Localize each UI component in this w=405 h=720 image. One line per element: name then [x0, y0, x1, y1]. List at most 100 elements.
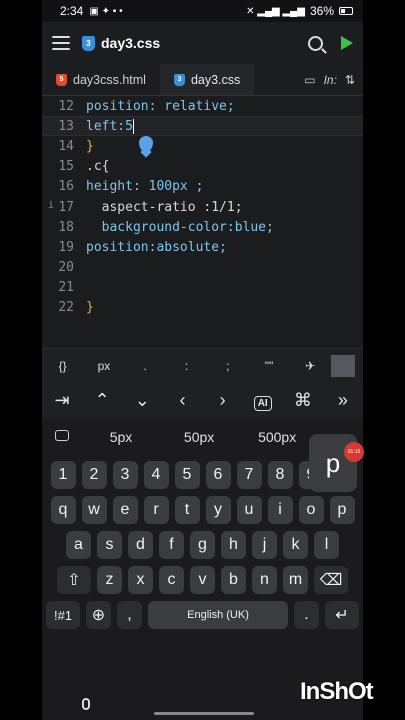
arrow-down-icon[interactable]: ⌄ [122, 390, 162, 411]
comma-key[interactable]: , [117, 601, 142, 629]
letter-row-3: ⇧ z x c v b n m ⌫ [42, 566, 363, 594]
key-j[interactable]: j [252, 531, 277, 559]
key-i[interactable]: i [267, 496, 293, 524]
key-d[interactable]: d [128, 531, 153, 559]
app-bar: 3 day3.css [42, 22, 363, 64]
space-key[interactable]: English (UK) [148, 601, 288, 629]
menu-icon[interactable] [52, 36, 70, 50]
key-g[interactable]: g [190, 531, 215, 559]
shift-key-icon[interactable]: ⇧ [57, 566, 91, 594]
arrow-right-icon[interactable]: › [203, 390, 243, 411]
key-6[interactable]: 6 [205, 461, 231, 489]
key-n[interactable]: n [252, 566, 277, 594]
preview-icon[interactable]: ▭ [304, 73, 315, 87]
line-number: 18 [58, 219, 74, 235]
key-8[interactable]: 8 [267, 461, 293, 489]
code-line: 18 background-color:blue; [42, 217, 363, 237]
key-z[interactable]: z [97, 566, 122, 594]
line-number: i 17 [48, 199, 74, 215]
key-f[interactable]: f [159, 531, 184, 559]
backspace-key-icon[interactable]: ⌫ [314, 566, 348, 594]
code-line: 16 height: 100px ; [42, 177, 363, 197]
letter-row-1: q w e r t y u i o p [42, 496, 363, 524]
key-k[interactable]: k [283, 531, 308, 559]
code-text: position: relative; [86, 98, 235, 114]
key-t[interactable]: t [174, 496, 200, 524]
symbol-key[interactable]: px [83, 359, 124, 373]
period-key[interactable]: . [294, 601, 319, 629]
key-p[interactable]: p [329, 496, 355, 524]
run-icon[interactable] [341, 36, 353, 50]
suggestion[interactable]: 5px [82, 429, 160, 445]
key-o[interactable]: o [298, 496, 324, 524]
inshot-watermark: InShOt [300, 678, 374, 705]
symbol-key[interactable]: ; [207, 359, 248, 373]
keyboard-toolbar-icon[interactable] [42, 430, 82, 444]
tab-day3-css[interactable]: 3 day3.css [159, 64, 255, 95]
enter-key-icon[interactable]: ↵ [325, 601, 359, 629]
code-text: height: 100px ; [86, 179, 204, 195]
line-number: 13 [58, 118, 74, 134]
code-editor[interactable]: 12 position: relative; 13 left:5 14 } 15… [42, 96, 363, 346]
key-5[interactable]: 5 [174, 461, 200, 489]
gesture-handle[interactable] [154, 712, 254, 715]
key-q[interactable]: q [50, 496, 76, 524]
key-w[interactable]: w [81, 496, 107, 524]
line-number: 12 [58, 98, 74, 114]
code-text: left:5 [86, 118, 133, 134]
symbol-key[interactable]: {} [42, 359, 83, 373]
arrow-left-icon[interactable]: ‹ [162, 390, 202, 411]
key-3[interactable]: 3 [112, 461, 138, 489]
mic-icon[interactable] [82, 698, 90, 710]
key-a[interactable]: a [66, 531, 91, 559]
key-h[interactable]: h [221, 531, 246, 559]
key-x[interactable]: x [128, 566, 153, 594]
key-s[interactable]: s [97, 531, 122, 559]
sort-icon[interactable]: ⇅ [345, 73, 355, 87]
status-bar: 2:34 ▣ ✦ ▪ • ✕ ▂▄▆ ▂▄▆ 36% [42, 0, 363, 22]
signal-icons: ✕ ▂▄▆ ▂▄▆ [246, 5, 305, 17]
symbols-key[interactable]: !#1 [46, 601, 80, 629]
suggestion[interactable]: 500px [238, 429, 316, 445]
key-c[interactable]: c [159, 566, 184, 594]
search-icon[interactable] [308, 35, 323, 51]
code-text: } [86, 138, 94, 154]
code-line: i 17 aspect-ratio :1/1; [42, 197, 363, 217]
pointer-icon[interactable]: ✈ [290, 359, 331, 373]
color-swatch[interactable] [331, 354, 355, 377]
symbol-bar: {} px . : ; "" ✈ [42, 348, 363, 382]
notification-icons: ▣ ✦ ▪ • [89, 5, 123, 17]
tab-key-icon[interactable]: ⇥ [42, 390, 82, 411]
key-l[interactable]: l [314, 531, 339, 559]
symbol-key[interactable]: . [125, 359, 166, 373]
key-b[interactable]: b [221, 566, 246, 594]
file-title: day3.css [101, 35, 161, 51]
globe-key-icon[interactable]: ⊕ [86, 601, 111, 629]
key-m[interactable]: m [283, 566, 308, 594]
key-u[interactable]: u [236, 496, 262, 524]
tab-label: day3.css [190, 72, 241, 87]
key-4[interactable]: 4 [143, 461, 169, 489]
suggestion[interactable]: 50px [160, 429, 238, 445]
key-e[interactable]: e [112, 496, 138, 524]
symbol-key[interactable]: : [166, 359, 207, 373]
key-7[interactable]: 7 [236, 461, 262, 489]
html-file-icon: 5 [56, 73, 67, 86]
line-number: 22 [58, 300, 74, 316]
tab-label: day3css.html [73, 72, 146, 87]
key-r[interactable]: r [143, 496, 169, 524]
ai-icon[interactable]: AI [243, 390, 283, 411]
symbol-key[interactable]: "" [248, 359, 289, 373]
tab-preview-label[interactable]: In: [324, 73, 337, 87]
code-text: background-color:blue; [86, 219, 274, 235]
key-v[interactable]: v [190, 566, 215, 594]
command-icon[interactable]: ⌘ [283, 390, 323, 411]
key-1[interactable]: 1 [50, 461, 76, 489]
tab-day3css-html[interactable]: 5 day3css.html [42, 64, 160, 95]
arrow-up-icon[interactable]: ⌃ [82, 390, 122, 411]
key-2[interactable]: 2 [81, 461, 107, 489]
double-chevron-icon[interactable]: » [323, 390, 363, 411]
editor-nav-bar: ⇥ ⌃ ⌄ ‹ › AI ⌘ » [42, 382, 363, 418]
file-tabs: 5 day3css.html 3 day3.css ▭ In: ⇅ [42, 64, 363, 96]
key-y[interactable]: y [205, 496, 231, 524]
